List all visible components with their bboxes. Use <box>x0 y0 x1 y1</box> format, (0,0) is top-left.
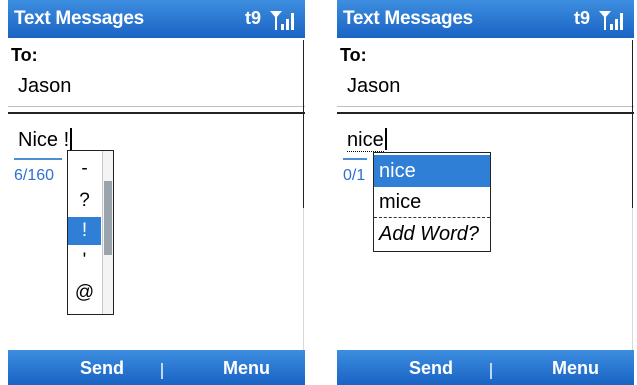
add-word-option[interactable]: Add Word? <box>374 218 490 250</box>
title-bar: Text Messages t9 <box>8 0 305 38</box>
to-label: To: <box>11 45 38 65</box>
character-counter: 0/1 <box>343 167 366 184</box>
phone-screen-left: Text Messages t9 To: Jason Nice ! 6/160 … <box>8 0 305 385</box>
softkey-separator <box>161 363 163 379</box>
signal-strength-icon <box>599 11 623 30</box>
suggestion-option[interactable]: mice <box>374 186 490 218</box>
softkey-separator <box>490 363 492 379</box>
t9-indicator: t9 <box>244 8 261 28</box>
pending-character: ! <box>63 129 70 151</box>
text-caret <box>70 128 73 150</box>
symbol-picker[interactable]: - ? ! ' @ <box>67 150 114 315</box>
scroll-edge <box>303 40 304 208</box>
divider <box>337 112 634 114</box>
send-softkey[interactable]: Send <box>80 358 124 379</box>
symbol-option-selected[interactable]: ! <box>68 217 101 245</box>
app-title: Text Messages <box>343 8 473 29</box>
scroll-edge <box>632 40 633 208</box>
message-text: Nice <box>18 129 64 151</box>
symbol-option[interactable]: ? <box>68 187 101 215</box>
softkey-bar: Send Menu <box>337 350 634 385</box>
message-body-field[interactable]: Nice ! <box>18 128 73 152</box>
scroll-edge <box>632 208 633 350</box>
symbol-option[interactable]: ' <box>68 247 101 275</box>
divider <box>8 106 305 107</box>
menu-softkey[interactable]: Menu <box>552 358 599 379</box>
word-suggestion-list[interactable]: nice mice Add Word? <box>373 152 491 252</box>
divider <box>337 106 634 107</box>
counter-rule <box>343 158 367 160</box>
counter-rule <box>14 158 62 160</box>
suggestion-selected[interactable]: nice <box>374 155 490 187</box>
symbol-option[interactable]: - <box>68 155 101 183</box>
phone-screen-right: Text Messages t9 To: Jason nice 0/1 nice… <box>337 0 634 385</box>
divider <box>8 112 305 114</box>
softkey-bar: Send Menu <box>8 350 305 385</box>
signal-strength-icon <box>270 11 294 30</box>
send-softkey[interactable]: Send <box>409 358 453 379</box>
t9-indicator: t9 <box>573 8 590 28</box>
symbol-scrollbar[interactable] <box>102 151 113 314</box>
symbol-option[interactable]: @ <box>68 279 101 307</box>
to-recipient-field[interactable]: Jason <box>18 75 71 98</box>
character-counter: 6/160 <box>14 167 55 184</box>
to-recipient-field[interactable]: Jason <box>347 75 400 98</box>
message-text: nice <box>347 129 384 152</box>
to-label: To: <box>340 45 367 65</box>
scroll-edge <box>303 208 304 350</box>
menu-softkey[interactable]: Menu <box>223 358 270 379</box>
message-body-field[interactable]: nice <box>347 128 387 152</box>
scrollbar-thumb[interactable] <box>104 181 112 255</box>
text-caret <box>384 128 387 150</box>
title-bar: Text Messages t9 <box>337 0 634 38</box>
app-title: Text Messages <box>14 8 144 29</box>
